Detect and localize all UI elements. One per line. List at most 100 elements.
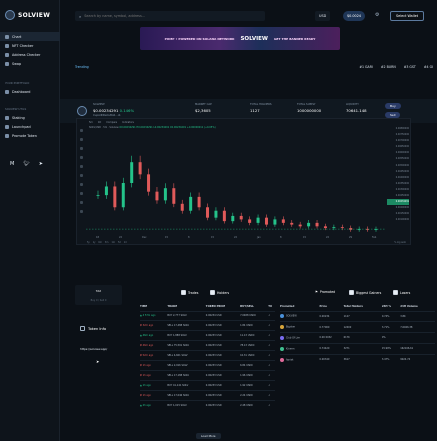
search-input[interactable] bbox=[84, 14, 255, 18]
table-cell: 0% bbox=[381, 332, 401, 344]
copy-icon[interactable]: ⧉ bbox=[118, 114, 120, 117]
tab-promoted[interactable]: ⚑ Promoted bbox=[315, 290, 335, 294]
token-info-toggle[interactable]: Token Info bbox=[80, 326, 106, 331]
x-tick-label: 18 bbox=[96, 236, 100, 239]
line-tool-icon[interactable] bbox=[79, 138, 83, 141]
table-row[interactable]: Club Of Lim 0.00 0032 617K 0% bbox=[280, 332, 435, 344]
website-link[interactable]: https://solview.app/ bbox=[80, 347, 107, 351]
trash-icon[interactable] bbox=[79, 210, 83, 213]
tx-link-icon[interactable]: ↗ bbox=[268, 359, 275, 371]
tx-link-icon[interactable]: ↗ bbox=[268, 310, 275, 321]
promote-icon bbox=[5, 133, 9, 138]
table-cell: SELL 2,916 SOLV bbox=[167, 359, 206, 371]
table-row[interactable]: Aprisk 0.00340 3617 3.47% 9024.74 bbox=[280, 353, 435, 365]
table-row[interactable]: SOLVIEW 0.00234 1127 0.74% 3.8K bbox=[280, 310, 435, 322]
twitter-icon[interactable]: 🐦︎ bbox=[23, 161, 29, 167]
telegram-icon[interactable]: ➤ bbox=[96, 359, 99, 364]
logo[interactable]: SOLVIEW bbox=[5, 10, 50, 20]
sidebar-item-promote-token[interactable]: Promote Token bbox=[0, 131, 60, 140]
candle bbox=[222, 210, 226, 222]
tx-link-icon[interactable]: ↗ bbox=[268, 340, 275, 351]
sidebar-item-chart[interactable]: Chart bbox=[0, 32, 60, 41]
tx-link-icon[interactable]: ↗ bbox=[268, 350, 275, 361]
sidebar-item-staking[interactable]: Staking bbox=[0, 113, 60, 122]
telegram-icon[interactable]: ➤ bbox=[39, 161, 43, 167]
table-row[interactable]: Kinmm 0.74420 3271 15.99% 162166.61 bbox=[280, 342, 435, 355]
pair-address[interactable]: CupAdDKeCuBo6... ⧉ bbox=[93, 114, 134, 117]
table-cell: SOLVIEW bbox=[280, 310, 320, 322]
lock-icon[interactable] bbox=[79, 201, 83, 204]
brush-icon[interactable] bbox=[79, 156, 83, 159]
sidebar-item-dashboard[interactable]: Dashboard bbox=[0, 87, 60, 96]
text-tool-icon[interactable] bbox=[79, 165, 83, 168]
table-cell: 6.84 USDC bbox=[240, 359, 269, 371]
ruler-icon[interactable] bbox=[79, 183, 83, 186]
table-cell: 0.00233 USD bbox=[205, 379, 241, 391]
zoom-icon[interactable] bbox=[79, 192, 83, 195]
candle bbox=[155, 191, 159, 201]
sidebar-item-launchpad[interactable]: Launchpad bbox=[0, 122, 60, 131]
stat-market-cap: MARKET CAP $2,3605 bbox=[195, 103, 212, 113]
range-button[interactable]: 1m bbox=[111, 241, 115, 244]
token-change: 0.146% bbox=[119, 108, 135, 113]
ohlc-label: SOLV/USD · 5m · Solview bbox=[89, 126, 119, 129]
sidebar-portfolio: YOUR PORTFOLIO Dashboard bbox=[0, 79, 60, 96]
chart-toolbar: 5m 1D Compare Indicators bbox=[77, 119, 410, 125]
trending-list: #1 GARI #2 BURN #3 GST #4 GI bbox=[359, 65, 433, 69]
toolbar-item[interactable]: Indicators bbox=[122, 121, 134, 124]
price-chart[interactable]: 5m 1D Compare Indicators SOLV/USD · 5m ·… bbox=[76, 118, 411, 245]
range-button[interactable]: 1y bbox=[93, 241, 96, 244]
range-button[interactable]: 6m bbox=[98, 241, 102, 244]
section-heading: YOUR PORTFOLIO bbox=[5, 81, 30, 85]
tab-trades[interactable]: Trades bbox=[181, 290, 198, 295]
tab-label: Losers bbox=[400, 290, 411, 295]
crosshair-icon[interactable] bbox=[79, 129, 83, 132]
sidebar-item-address-checker[interactable]: Address Checker bbox=[0, 50, 60, 59]
tab-biggest-gainers[interactable]: Biggest Gainers bbox=[349, 290, 381, 295]
tab-losers[interactable]: Losers bbox=[393, 290, 410, 295]
pattern-icon[interactable] bbox=[79, 174, 83, 177]
range-button[interactable]: 1d bbox=[124, 241, 127, 244]
gear-icon[interactable]: ⚙ bbox=[375, 12, 379, 18]
table-row[interactable]: Bigdom 0.77000 12400 3.71% 7.6946.38 bbox=[280, 321, 435, 333]
sidebar: SOLVIEW Chart NFT Checker Address Checke… bbox=[0, 0, 60, 441]
topbar: ⌕ USD $0.0024 ⚙ Select Wallet bbox=[60, 8, 437, 24]
buy-button[interactable]: Buy bbox=[385, 103, 401, 109]
trending-item[interactable]: #4 GI bbox=[424, 65, 433, 69]
sidebar-item-swap[interactable]: Swap bbox=[0, 59, 60, 68]
range-button[interactable]: 3m bbox=[105, 241, 109, 244]
range-button[interactable]: 5y bbox=[87, 241, 90, 244]
scale-options[interactable]: % log auto bbox=[394, 241, 406, 244]
range-button[interactable]: 5d bbox=[118, 241, 121, 244]
table-cell: Aprisk bbox=[280, 353, 320, 365]
table-cell: ▲ 46m ago bbox=[140, 330, 168, 341]
token-icon bbox=[280, 325, 284, 330]
toolbar-item[interactable]: 1D bbox=[98, 121, 101, 124]
promo-banner[interactable]: PUMP • POWERED ON SOLANA NETWORK SOLVIEW… bbox=[140, 27, 340, 50]
drawing-tools bbox=[77, 125, 85, 235]
interval-select[interactable]: 5m bbox=[89, 121, 93, 124]
sidebar-item-nft-checker[interactable]: NFT Checker bbox=[0, 41, 60, 50]
trending-item[interactable]: #1 GARI bbox=[359, 65, 373, 69]
trades-table: TIME TRADE TOKEN PRICE BUY/SELL TX ▲ 4 57m a… bbox=[140, 302, 275, 410]
select-wallet-button[interactable]: Select Wallet bbox=[390, 11, 425, 21]
fib-tool-icon[interactable] bbox=[79, 147, 83, 150]
toolbar-item[interactable]: Compare bbox=[106, 121, 117, 124]
tx-link-icon[interactable]: ↗ bbox=[268, 399, 275, 410]
tx-link-icon[interactable]: ↗ bbox=[268, 320, 275, 331]
load-more-button[interactable]: Load More bbox=[196, 433, 221, 439]
table-cell: 7.0488 USDC bbox=[240, 310, 269, 321]
table-cell: Kinmm bbox=[280, 342, 320, 355]
tx-link-icon[interactable]: ↗ bbox=[268, 389, 275, 401]
currency-select[interactable]: USD bbox=[315, 11, 331, 21]
candle bbox=[130, 162, 134, 183]
trending-item[interactable]: #3 GST bbox=[404, 65, 416, 69]
tx-link-icon[interactable]: ↗ bbox=[268, 379, 275, 391]
trending-item[interactable]: #2 BURN bbox=[381, 65, 396, 69]
sidebar-item-label: Chart bbox=[12, 34, 22, 39]
range-selector: 5y 1y 6m 3m 1m 5d 1d bbox=[87, 241, 127, 244]
tab-holders[interactable]: Holders bbox=[210, 290, 229, 295]
medium-icon[interactable]: M bbox=[10, 161, 14, 167]
tx-link-icon[interactable]: ↗ bbox=[268, 330, 275, 341]
tx-link-icon[interactable]: ↗ bbox=[268, 369, 275, 381]
